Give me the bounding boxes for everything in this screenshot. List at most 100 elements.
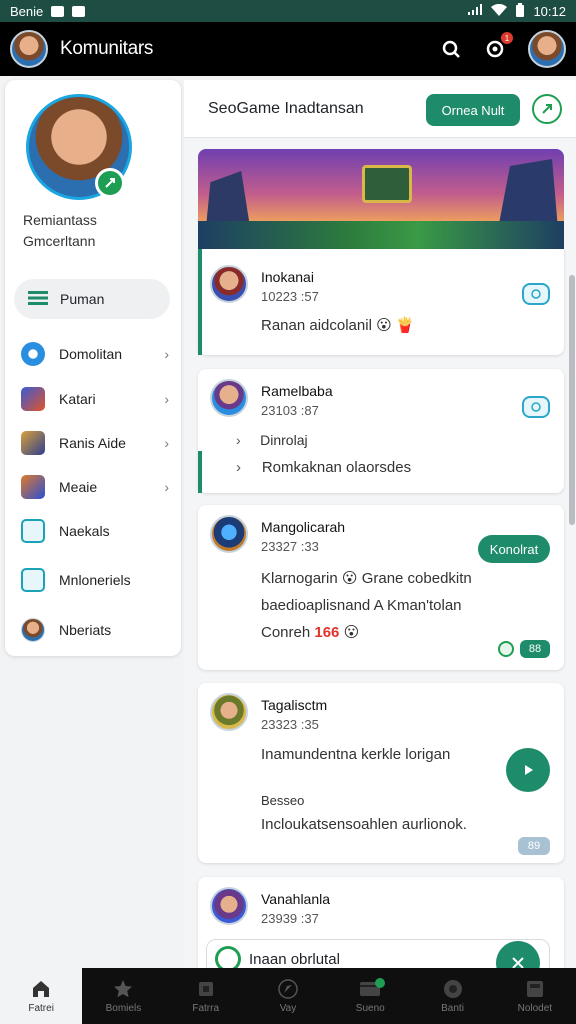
- comment-icon[interactable]: [522, 283, 550, 305]
- avatar-icon: [21, 618, 45, 642]
- sidebar-item-active[interactable]: Puman: [14, 279, 170, 319]
- sidebar-item-label: Mnloneriels: [59, 572, 131, 588]
- highlight-number: 166: [314, 624, 340, 641]
- post-author[interactable]: Mangolicarah: [261, 519, 345, 535]
- post-author[interactable]: Ramelbaba: [261, 383, 333, 399]
- online-status-icon: [95, 168, 125, 198]
- chevron-right-icon: ›: [236, 459, 241, 476]
- profile-name-line: Remiantass: [23, 212, 97, 228]
- refresh-icon[interactable]: [532, 94, 562, 124]
- profile-sub-line: Gmcerltann: [23, 233, 96, 249]
- tab-fatrra[interactable]: Fatrra: [165, 968, 247, 1024]
- tab-nolodet[interactable]: Nolodet: [494, 968, 576, 1024]
- tab-banti[interactable]: Banti: [411, 968, 493, 1024]
- post-line: Besseo: [261, 793, 305, 808]
- post-line-text: Klarnogarin: [261, 570, 338, 587]
- post-avatar[interactable]: [210, 515, 248, 553]
- chat-icon: [21, 519, 45, 543]
- game-banner-image: [198, 149, 564, 249]
- tab-label: Nolodet: [517, 1003, 553, 1014]
- banner-ground: [198, 221, 564, 249]
- tab-label: Banti: [441, 1003, 464, 1014]
- emoji-icon: 😮: [341, 570, 358, 587]
- signal-icon: [467, 3, 483, 19]
- user-avatar[interactable]: [528, 30, 566, 68]
- chevron-right-icon: ›: [236, 432, 241, 448]
- tab-label: Vay: [279, 1003, 297, 1014]
- app-title: Komunitars: [60, 38, 154, 59]
- post-time: 23327 :33: [261, 539, 319, 554]
- sidebar-item-label: Meaie: [59, 479, 98, 495]
- post-text-body: Ranan aidcolanil: [261, 317, 372, 334]
- notification-icon: [51, 5, 65, 17]
- sidebar-item-katari[interactable]: Katari ›: [21, 385, 169, 413]
- comment-icon[interactable]: [522, 396, 550, 418]
- sidebar-item-label: Domolitan: [59, 346, 123, 362]
- emoji-icon: 😮 🍟: [376, 317, 415, 334]
- tab-label: Sueno: [355, 1003, 385, 1014]
- follow-button[interactable]: Konolrat: [478, 535, 550, 563]
- post-line: › Dinrolaj: [236, 427, 308, 454]
- reaction-count[interactable]: 88: [520, 640, 550, 658]
- reply-text: Inaan obrlutal: [249, 950, 340, 968]
- notifications-icon[interactable]: 1: [484, 32, 513, 60]
- banner-tower: [498, 159, 558, 229]
- sidebar-item-ranis-aide[interactable]: Ranis Aide ›: [21, 429, 169, 457]
- sidebar-item-meaie[interactable]: Meaie ›: [21, 473, 169, 501]
- chevron-right-icon: ›: [164, 435, 169, 451]
- post-line-text: Romkaknan olaorsdes: [261, 459, 412, 476]
- post-card[interactable]: Vanahlanla 23939 :37 Inaan obrlutal: [198, 877, 564, 968]
- app-avatar[interactable]: [10, 30, 48, 68]
- reply-avatar-icon: [215, 946, 241, 968]
- feed-title: SeoGame Inadtansan: [208, 99, 364, 117]
- hero-icon: [21, 431, 45, 455]
- post-line: › Romkaknan olaorsdes: [236, 454, 411, 481]
- post-avatar[interactable]: [210, 265, 248, 303]
- post-card[interactable]: Inokanai 10223 :57 Ranan aidcolanil 😮 🍟: [198, 249, 564, 355]
- tab-label: Fatrei: [28, 1003, 54, 1014]
- new-post-button[interactable]: Ornea Nult: [426, 94, 520, 126]
- post-author[interactable]: Vanahlanla: [261, 891, 330, 907]
- folder-icon: [195, 978, 217, 1000]
- post-line-text: Grane cobedkitn: [361, 570, 472, 587]
- tab-sueno[interactable]: Sueno: [329, 968, 411, 1024]
- post-author[interactable]: Tagalisctm: [261, 697, 327, 713]
- sidebar-item-label: Katari: [59, 391, 96, 407]
- tab-badge: [375, 978, 386, 988]
- game-icon: [21, 387, 45, 411]
- tab-home[interactable]: Fatrei: [0, 968, 83, 1024]
- sidebar-item-naekals[interactable]: Naekals: [21, 517, 169, 545]
- home-icon: [30, 978, 52, 1000]
- post-card[interactable]: Tagalisctm 23323 :35 Inamundentna kerkle…: [198, 683, 564, 863]
- sidebar-item-domolitan[interactable]: Domolitan ›: [21, 340, 169, 368]
- arena-icon: [21, 475, 45, 499]
- post-time: 23103 :87: [261, 403, 319, 418]
- sidebar-item-label: Ranis Aide: [59, 435, 126, 451]
- post-avatar[interactable]: [210, 887, 248, 925]
- post-accent: [198, 451, 202, 493]
- carrier-text: Benie: [10, 3, 44, 19]
- post-avatar[interactable]: [210, 693, 248, 731]
- post-card[interactable]: Ramelbaba 23103 :87 › Dinrolaj › Romkakn…: [198, 369, 564, 493]
- sidebar-item-mnloneriels[interactable]: Mnloneriels: [21, 566, 169, 594]
- search-icon[interactable]: [440, 38, 462, 60]
- battery-icon: [515, 2, 525, 20]
- sidebar-item-nberiats[interactable]: Nberiats: [21, 616, 169, 644]
- tab-bomiels[interactable]: Bomiels: [82, 968, 164, 1024]
- menu-icon: [28, 290, 48, 308]
- post-avatar[interactable]: [210, 379, 248, 417]
- post-author[interactable]: Inokanai: [261, 269, 314, 285]
- tab-vay[interactable]: Vay: [247, 968, 329, 1024]
- sidebar-item-label: Naekals: [59, 523, 110, 539]
- post-accent: [198, 249, 202, 355]
- reaction-count[interactable]: 89: [518, 837, 550, 855]
- play-icon[interactable]: [506, 748, 550, 792]
- post-text: Ranan aidcolanil 😮 🍟: [261, 312, 415, 339]
- scrollbar[interactable]: [569, 275, 575, 525]
- banner-tower: [206, 171, 250, 227]
- like-icon[interactable]: [498, 641, 514, 657]
- record-icon: [442, 978, 464, 1000]
- post-card[interactable]: Mangolicarah 23327 :33 Konolrat Klarnoga…: [198, 505, 564, 670]
- emoji-icon: 😮: [343, 624, 360, 641]
- image-icon: [21, 568, 45, 592]
